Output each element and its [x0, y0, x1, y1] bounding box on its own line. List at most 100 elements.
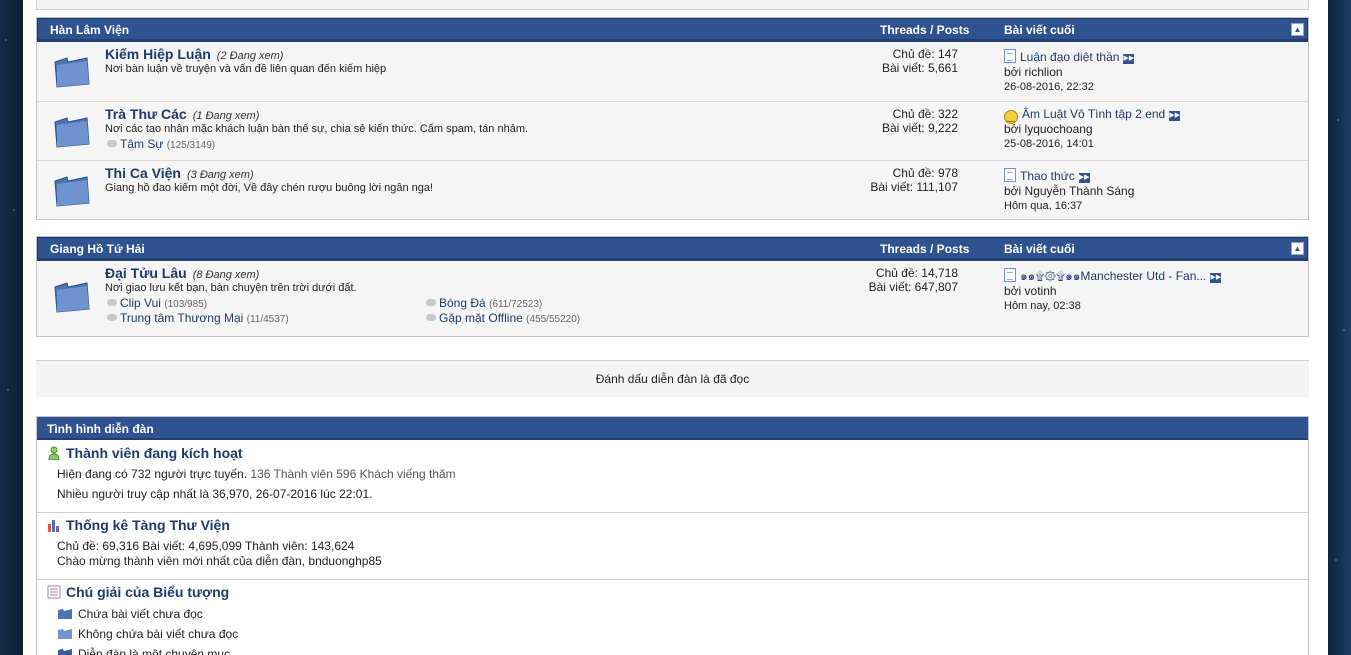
page: Hàn Lâm Viện Threads / Posts Bài viết cu…: [23, 0, 1328, 655]
forum-name[interactable]: Thi Ca Viện: [105, 165, 181, 181]
last-post-author[interactable]: bởi richlion: [1004, 65, 1304, 80]
forum-row: Kiếm Hiệp Luận (2 Đang xem) Nơi bàn luận …: [37, 42, 1308, 101]
subforum-name[interactable]: Tâm Sự: [120, 137, 163, 151]
forum-status-header: Tình hình diễn đàn: [37, 417, 1308, 440]
last-post: ๑๑۩۞۩๑๑Manchester Utd - Fan... ▶▶ bởi vot…: [1004, 266, 1304, 314]
welcome-line: Chào mừng thành viên mới nhất của diễn đ…: [57, 554, 382, 568]
forum-title[interactable]: Đại Tửu Lâu (8 Đang xem): [105, 265, 259, 281]
previous-block-bottom: [36, 0, 1309, 10]
speech-bubble-icon: [107, 314, 117, 321]
forum-description: Nơi các tao nhân mặc khách luận bàn thế …: [105, 123, 529, 135]
last-post-author[interactable]: bởi votinh: [1004, 284, 1304, 299]
legend-item: Không chứa bài viết chưa đọc: [57, 626, 238, 641]
category-title[interactable]: Hàn Lâm Viện: [50, 23, 129, 37]
folder-icon: [54, 57, 90, 88]
last-post-header: Bài viết cuối: [1004, 242, 1075, 256]
subforum-name[interactable]: Bóng Đá: [439, 296, 486, 310]
statistics-section: Thống kê Tàng Thư Viện Chủ đề: 69,316 Bà…: [37, 513, 1308, 580]
subforum-link[interactable]: Trung tâm Thương Mại (11/4537): [107, 311, 289, 325]
post-count: Bài viết: 9,222: [881, 121, 958, 135]
document-icon: [1004, 168, 1016, 182]
forum-stats: Chủ đề: 14,718 Bài viết: 647,807: [869, 266, 958, 294]
list-icon: [47, 585, 61, 599]
go-to-last-post-icon[interactable]: ▶▶: [1169, 111, 1181, 121]
subforum-name[interactable]: Gặp mặt Offline: [439, 311, 523, 325]
go-to-last-post-icon[interactable]: ▶▶: [1210, 273, 1222, 283]
go-to-last-post-icon[interactable]: ▶▶: [1123, 54, 1135, 64]
category-header: Giang Hồ Tứ Hải Threads / Posts Bài viết…: [37, 237, 1308, 261]
folder-icon: [54, 117, 90, 148]
last-post-date: Hôm nay, 02:38: [1004, 300, 1081, 312]
forum-name[interactable]: Trà Thư Các: [105, 106, 187, 122]
active-users-title[interactable]: Thành viên đang kích hoạt: [47, 444, 243, 461]
collapse-icon[interactable]: ▲: [1291, 242, 1304, 255]
active-users-label[interactable]: Thành viên đang kích hoạt: [66, 445, 243, 461]
thread-count: Chủ đề: 978: [892, 166, 958, 180]
forum-title[interactable]: Trà Thư Các (1 Đang xem): [105, 106, 259, 122]
forum-row: Thi Ca Viện (3 Đang xem) Giang hồ đao kiế…: [37, 160, 1308, 219]
forum-row: Đại Tửu Lâu (8 Đang xem) Nơi giao lưu kết…: [37, 261, 1308, 336]
last-post: Luận đạo diệt thần ▶▶ bởi richlion 26-08-…: [1004, 47, 1304, 95]
category-folder-icon: [58, 649, 72, 655]
last-post-title[interactable]: Âm Luật Vô Tình tập 2 end: [1022, 107, 1165, 121]
category-giang-ho-tu-hai: Giang Hồ Tứ Hải Threads / Posts Bài viết…: [36, 236, 1309, 337]
subforum-name[interactable]: Trung tâm Thương Mại: [120, 311, 243, 325]
legend-item-label: Diễn đàn là một chuyên mục: [78, 647, 231, 655]
last-post-title[interactable]: Luận đạo diệt thần: [1020, 50, 1119, 64]
subforum-link[interactable]: Clip Vui (103/985): [107, 296, 207, 310]
statistics-line: Chủ đề: 69,316 Bài viết: 4,695,099 Thành…: [57, 539, 355, 553]
online-line: Hiện đang có 732 người trực tuyến. 136 T…: [57, 467, 456, 481]
viewing-count: (3 Đang xem): [186, 169, 254, 181]
last-post-author[interactable]: bởi lyquochoang: [1004, 122, 1304, 137]
subforum-count: (11/4537): [246, 314, 289, 325]
post-count: Bài viết: 111,107: [870, 180, 958, 194]
folder-icon: [54, 176, 90, 207]
last-post-date: 25-08-2016, 14:01: [1004, 138, 1094, 150]
unread-folder-icon: [58, 609, 72, 619]
last-post-title[interactable]: Thao thức: [1020, 169, 1075, 183]
last-post-title[interactable]: ๑๑۩۞۩๑๑Manchester Utd - Fan...: [1020, 269, 1206, 283]
subforum-link[interactable]: Tâm Sự (125/3149): [107, 137, 215, 151]
forum-description: Giang hồ đao kiếm một đời, Về đây chén r…: [105, 182, 434, 194]
last-post-date: Hôm qua, 16:37: [1004, 200, 1083, 212]
forum-title[interactable]: Thi Ca Viện (3 Đang xem): [105, 165, 254, 181]
legend-item-label: Chứa bài viết chưa đọc: [78, 607, 203, 621]
document-icon: [1004, 49, 1016, 63]
post-count: Bài viết: 647,807: [868, 280, 958, 294]
subforum-link[interactable]: Bóng Đá (611/72523): [426, 296, 542, 310]
viewing-count: (2 Đang xem): [216, 50, 284, 62]
category-han-lam-vien: Hàn Lâm Viện Threads / Posts Bài viết cu…: [36, 17, 1309, 220]
last-post: ‿ Âm Luật Vô Tình tập 2 end ▶▶ bởi lyquoch…: [1004, 107, 1304, 152]
category-title[interactable]: Giang Hồ Tứ Hải: [50, 242, 145, 256]
subforum-name[interactable]: Clip Vui: [120, 296, 161, 310]
collapse-icon[interactable]: ▲: [1291, 23, 1304, 36]
subforum-count: (455/55220): [526, 314, 581, 325]
legend-section: Chú giải của Biểu tượng Chứa bài viết ch…: [37, 580, 1308, 655]
threads-posts-header: Threads / Posts: [880, 23, 970, 37]
legend-label: Chú giải của Biểu tượng: [66, 584, 230, 600]
active-users-section: Thành viên đang kích hoạt Hiện đang có 7…: [37, 440, 1308, 513]
viewing-count: (1 Đang xem): [192, 110, 260, 122]
forum-row: Trà Thư Các (1 Đang xem) Nơi các tao nhân…: [37, 101, 1308, 160]
thread-count: Chủ đề: 14,718: [875, 266, 958, 280]
online-count: Hiện đang có 732 người trực tuyến.: [57, 467, 248, 481]
subforum-count: (125/3149): [166, 140, 216, 151]
speech-bubble-icon: [426, 314, 436, 321]
forum-name[interactable]: Kiếm Hiệp Luận: [105, 46, 211, 62]
post-count: Bài viết: 5,661: [881, 61, 958, 75]
forum-title[interactable]: Kiếm Hiệp Luận (2 Đang xem): [105, 46, 283, 62]
mark-forums-read-link[interactable]: Đánh dấu diễn đàn là đã đọc: [36, 360, 1309, 397]
last-post: Thao thức ▶▶ bởi Nguyễn Thành Sáng Hôm qu…: [1004, 166, 1304, 214]
forum-description: Nơi bàn luận về truyện và vấn đề liên qu…: [105, 63, 387, 75]
go-to-last-post-icon[interactable]: ▶▶: [1078, 173, 1090, 183]
forum-status: Tình hình diễn đàn Thành viên đang kích …: [36, 416, 1309, 655]
legend-item: Diễn đàn là một chuyên mục: [57, 646, 230, 655]
viewing-count: (8 Đang xem): [192, 269, 260, 281]
last-post-author[interactable]: bởi Nguyễn Thành Sáng: [1004, 184, 1304, 199]
subforum-link[interactable]: Gặp mặt Offline (455/55220): [426, 311, 580, 325]
forum-name[interactable]: Đại Tửu Lâu: [105, 265, 187, 281]
forum-stats: Chủ đề: 147 Bài viết: 5,661: [882, 47, 958, 75]
record-line: Nhiều người truy cập nhất là 36,970, 26-…: [57, 487, 373, 501]
speech-bubble-icon: [107, 140, 117, 147]
thread-count: Chủ đề: 147: [892, 47, 958, 61]
